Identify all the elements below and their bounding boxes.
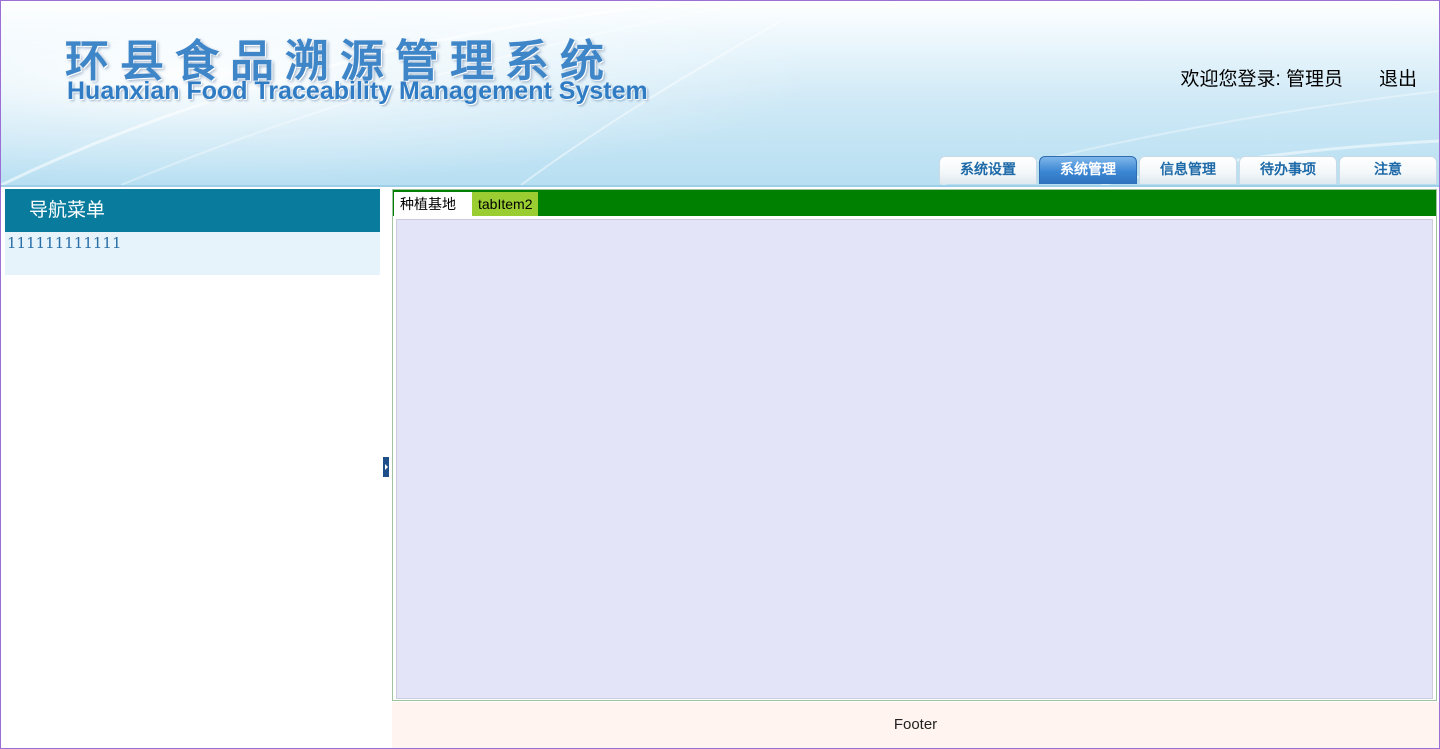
header-banner: 环县食品溯源管理系统 Huanxian Food Traceability Ma… xyxy=(1,1,1439,187)
main-panel: 种植基地 tabItem2 xyxy=(392,189,1437,701)
nav-tab-notice[interactable]: 注意 xyxy=(1339,156,1437,184)
nav-tab-todo[interactable]: 待办事项 xyxy=(1239,156,1337,184)
sidebar-menu: 111111111111 xyxy=(5,232,380,275)
footer: Footer xyxy=(392,702,1439,748)
tab-item2[interactable]: tabItem2 xyxy=(472,192,538,216)
tab-planting-base[interactable]: 种植基地 xyxy=(394,192,472,216)
nav-tab-system-management[interactable]: 系统管理 xyxy=(1039,156,1137,184)
collapse-arrow-icon[interactable] xyxy=(383,457,389,477)
system-title-en: Huanxian Food Traceability Management Sy… xyxy=(67,77,648,105)
sidebar: 导航菜单 111111111111 xyxy=(5,189,380,275)
content-tab-bar: 种植基地 tabItem2 xyxy=(393,190,1436,216)
logout-link[interactable]: 退出 xyxy=(1379,64,1417,91)
sidebar-title: 导航菜单 xyxy=(5,189,380,232)
nav-tab-system-settings[interactable]: 系统设置 xyxy=(939,156,1037,184)
welcome-text: 欢迎您登录: 管理员 xyxy=(1180,69,1343,90)
app-window: 环县食品溯源管理系统 Huanxian Food Traceability Ma… xyxy=(0,0,1440,749)
sidebar-item[interactable]: 111111111111 xyxy=(5,232,380,252)
tab-content-area xyxy=(396,219,1433,699)
nav-tab-info-management[interactable]: 信息管理 xyxy=(1139,156,1237,184)
